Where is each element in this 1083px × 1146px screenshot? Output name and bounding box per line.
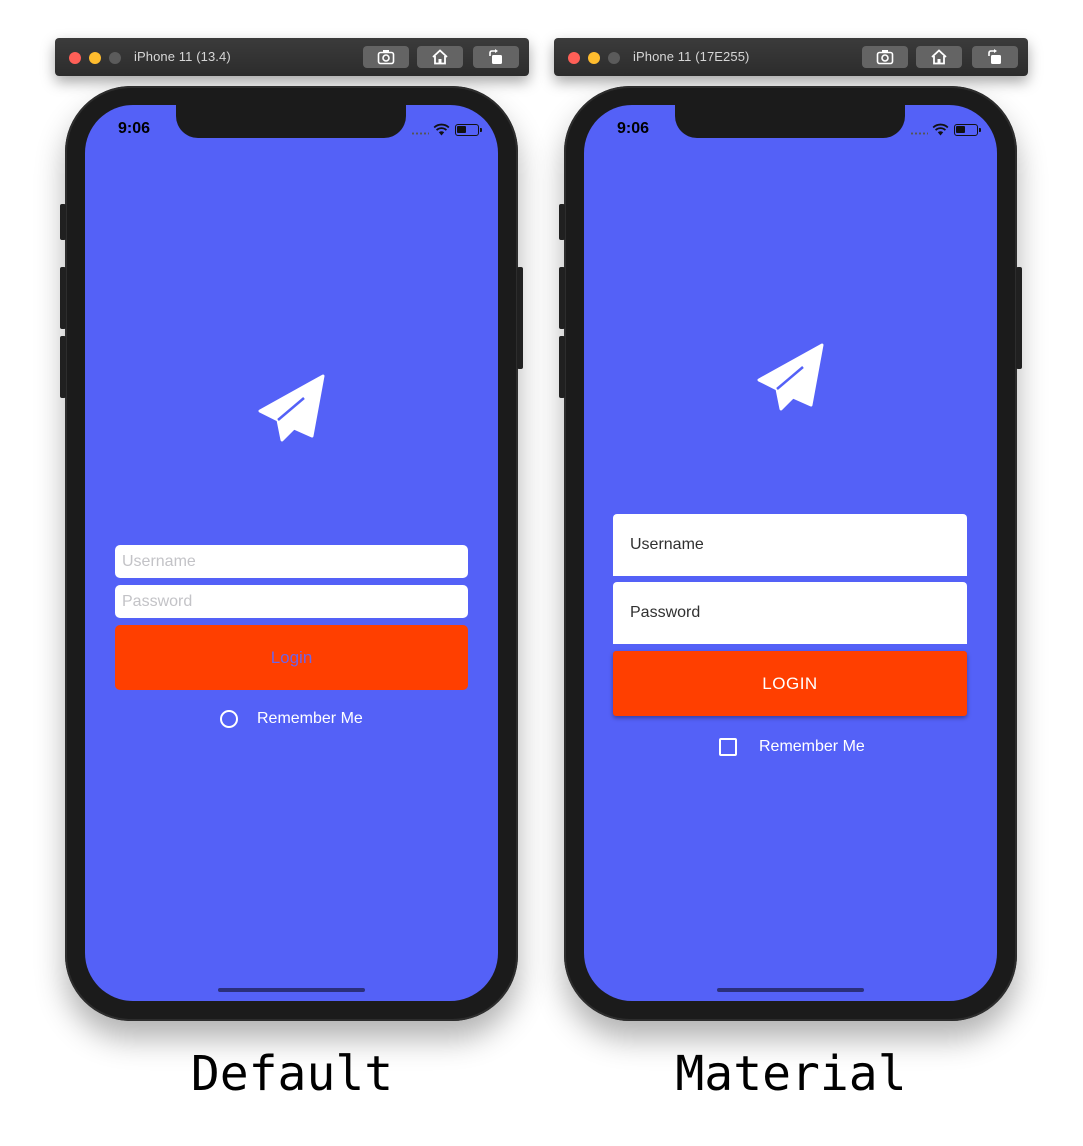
screenshot-button[interactable] — [862, 46, 908, 68]
home-icon — [931, 49, 947, 65]
home-button[interactable] — [916, 46, 962, 68]
signal-icon — [411, 132, 429, 135]
minimize-window-button[interactable] — [89, 52, 101, 64]
power-button — [1016, 267, 1022, 369]
minimize-window-button[interactable] — [588, 52, 600, 64]
volume-up-button — [559, 267, 565, 329]
screenshot-icon — [876, 50, 894, 65]
rotate-icon — [988, 49, 1001, 64]
checkbox-icon[interactable] — [719, 738, 737, 756]
close-window-button[interactable] — [568, 52, 580, 64]
device-title: iPhone 11 (13.4) — [134, 49, 231, 64]
rotate-icon — [489, 49, 502, 64]
screenshot-button[interactable] — [363, 46, 409, 68]
status-time: 9:06 — [118, 120, 151, 137]
status-icons — [411, 123, 483, 137]
style-caption: Default — [190, 1046, 394, 1102]
home-indicator[interactable] — [218, 988, 365, 992]
rotate-button[interactable] — [473, 46, 519, 68]
password-placeholder: Password — [630, 604, 701, 621]
status-time: 9:06 — [617, 120, 650, 137]
remember-me-label: Remember Me — [257, 710, 363, 727]
iphone-frame: 9:06 Username Password Login Remember Me — [60, 86, 523, 1021]
iphone-frame: 9:06 Username Password LOGIN Remember Me — [559, 86, 1022, 1021]
home-indicator[interactable] — [717, 988, 864, 992]
remember-me-toggle[interactable]: Remember Me — [719, 737, 865, 757]
rotate-button[interactable] — [972, 46, 1018, 68]
username-input[interactable]: Username — [115, 545, 468, 578]
home-button[interactable] — [417, 46, 463, 68]
wifi-icon — [932, 123, 949, 136]
screenshot-icon — [377, 50, 395, 65]
radio-button-icon[interactable] — [220, 710, 238, 728]
volume-down-button — [559, 336, 565, 398]
device-title: iPhone 11 (17E255) — [633, 49, 750, 64]
mute-switch — [60, 204, 66, 240]
password-input[interactable]: Password — [115, 585, 468, 618]
volume-up-button — [60, 267, 66, 329]
simulator-material: iPhone 11 (17E255) 9:06 Username Passwor… — [554, 0, 1028, 1146]
style-caption: Material — [675, 1046, 907, 1102]
zoom-window-button[interactable] — [109, 52, 121, 64]
password-input[interactable]: Password — [613, 582, 967, 644]
remember-me-toggle[interactable]: Remember Me — [220, 709, 363, 729]
home-icon — [432, 49, 448, 65]
volume-down-button — [60, 336, 66, 398]
login-button[interactable]: Login — [115, 625, 468, 690]
login-button[interactable]: LOGIN — [613, 651, 967, 716]
simulator-titlebar: iPhone 11 (13.4) — [55, 38, 529, 76]
paper-plane-logo-icon — [257, 374, 327, 444]
battery-icon — [455, 124, 479, 136]
signal-icon — [910, 132, 928, 135]
power-button — [517, 267, 523, 369]
username-input[interactable]: Username — [613, 514, 967, 576]
battery-icon — [954, 124, 978, 136]
simulator-titlebar: iPhone 11 (17E255) — [554, 38, 1028, 76]
username-placeholder: Username — [630, 536, 704, 553]
notch — [675, 105, 905, 138]
zoom-window-button[interactable] — [608, 52, 620, 64]
notch — [176, 105, 406, 138]
close-window-button[interactable] — [69, 52, 81, 64]
paper-plane-logo-icon — [756, 343, 826, 413]
username-placeholder: Username — [122, 552, 196, 570]
remember-me-label: Remember Me — [759, 738, 865, 755]
simulator-default: iPhone 11 (13.4) 9:06 Username Password … — [55, 0, 529, 1146]
phone-screen: 9:06 Username Password LOGIN Remember Me — [584, 105, 997, 1001]
phone-screen: 9:06 Username Password Login Remember Me — [85, 105, 498, 1001]
wifi-icon — [433, 123, 450, 136]
status-icons — [910, 123, 982, 137]
mute-switch — [559, 204, 565, 240]
password-placeholder: Password — [122, 592, 193, 610]
